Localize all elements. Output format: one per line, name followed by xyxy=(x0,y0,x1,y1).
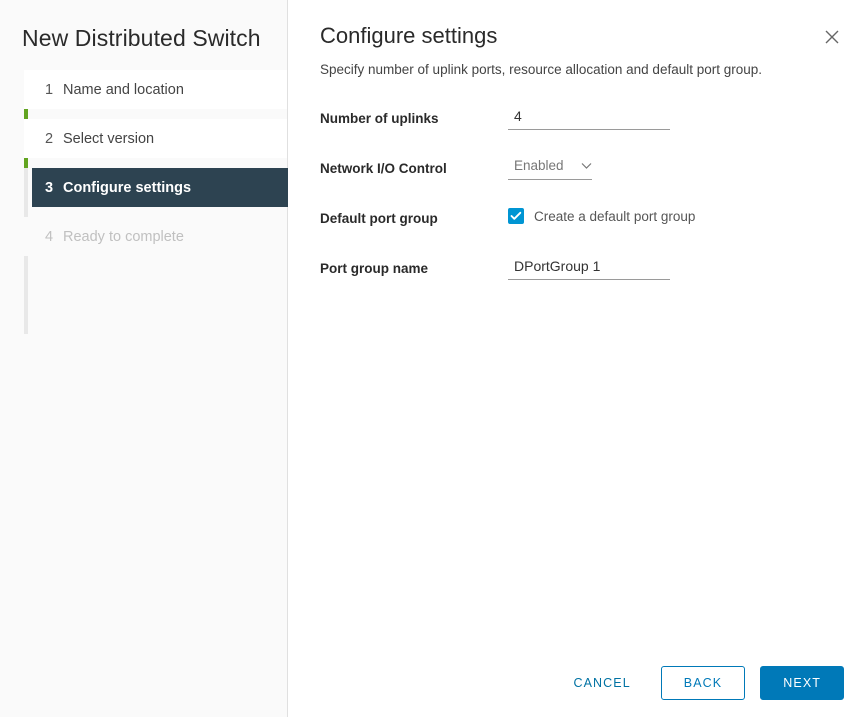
step-number: 4 xyxy=(45,229,63,245)
control-port-group-name xyxy=(508,257,860,280)
main-header: Configure settings Specify number of upl… xyxy=(288,0,860,79)
form-row-network-io-control: Network I/O Control Enabled xyxy=(320,157,860,207)
wizard-footer: CANCEL BACK NEXT xyxy=(559,666,844,700)
wizard-main-panel: Configure settings Specify number of upl… xyxy=(288,0,860,717)
create-default-port-group-label[interactable]: Create a default port group xyxy=(534,209,695,224)
wizard-sidebar: New Distributed Switch 1 Name and locati… xyxy=(0,0,288,717)
label-number-of-uplinks: Number of uplinks xyxy=(320,107,508,128)
create-default-port-group-checkbox[interactable] xyxy=(508,208,524,224)
close-button[interactable] xyxy=(819,24,845,50)
chevron-down-icon xyxy=(581,157,592,175)
control-network-io-control: Enabled xyxy=(508,157,860,180)
sidebar-step-configure-settings[interactable]: 3 Configure settings xyxy=(32,168,288,207)
cancel-button[interactable]: CANCEL xyxy=(559,666,644,700)
step-number: 3 xyxy=(45,180,63,196)
step-label: Name and location xyxy=(63,82,184,98)
configure-settings-form: Number of uplinks Network I/O Control En… xyxy=(288,107,860,307)
form-row-default-port-group: Default port group Create a default port… xyxy=(320,207,860,257)
page-subtitle: Specify number of uplink ports, resource… xyxy=(320,61,860,79)
check-icon xyxy=(510,211,522,221)
control-number-of-uplinks xyxy=(508,107,860,130)
number-of-uplinks-input[interactable] xyxy=(508,107,670,130)
step-number: 1 xyxy=(45,82,63,98)
step-label: Ready to complete xyxy=(63,229,184,245)
sidebar-step-select-version[interactable]: 2 Select version xyxy=(24,119,287,158)
close-icon xyxy=(824,29,840,45)
step-number: 2 xyxy=(45,131,63,147)
label-default-port-group: Default port group xyxy=(320,207,508,228)
next-button[interactable]: NEXT xyxy=(760,666,844,700)
sidebar-step-ready-to-complete: 4 Ready to complete xyxy=(24,217,287,256)
default-port-group-checkbox-row[interactable]: Create a default port group xyxy=(508,207,860,224)
label-network-io-control: Network I/O Control xyxy=(320,157,508,178)
form-row-port-group-name: Port group name xyxy=(320,257,860,307)
control-default-port-group: Create a default port group xyxy=(508,207,860,224)
port-group-name-input[interactable] xyxy=(508,257,670,280)
new-distributed-switch-wizard: New Distributed Switch 1 Name and locati… xyxy=(0,0,860,717)
form-row-number-of-uplinks: Number of uplinks xyxy=(320,107,860,157)
wizard-title: New Distributed Switch xyxy=(0,0,287,52)
wizard-step-list: 1 Name and location 2 Select version 3 C… xyxy=(0,70,287,256)
step-label: Configure settings xyxy=(63,180,191,196)
network-io-control-value: Enabled xyxy=(514,158,579,173)
page-title: Configure settings xyxy=(320,22,860,50)
network-io-control-select[interactable]: Enabled xyxy=(508,157,592,180)
back-button[interactable]: BACK xyxy=(661,666,745,700)
step-label: Select version xyxy=(63,131,154,147)
label-port-group-name: Port group name xyxy=(320,257,508,278)
sidebar-step-name-and-location[interactable]: 1 Name and location xyxy=(24,70,287,109)
